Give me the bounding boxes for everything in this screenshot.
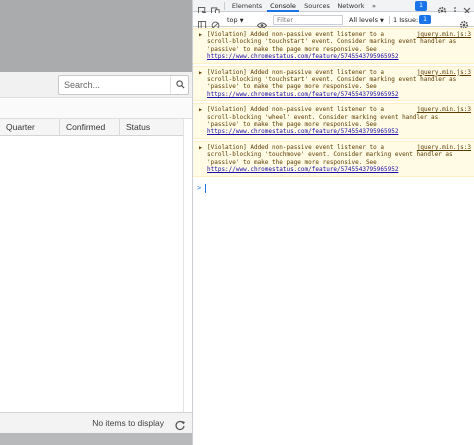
refresh-icon[interactable] bbox=[174, 418, 186, 431]
console-warning: ▶ jquery.min.js:3 [Violation] Added non-… bbox=[193, 140, 474, 177]
inspect-element-icon[interactable] bbox=[198, 1, 208, 16]
expand-arrow-icon[interactable]: ▶ bbox=[199, 70, 202, 77]
console-prompt-icon: > bbox=[197, 184, 202, 192]
issue-chip[interactable]: 1 bbox=[419, 15, 431, 24]
more-options-icon[interactable] bbox=[450, 1, 460, 15]
search-input[interactable] bbox=[59, 76, 167, 94]
context-select-value: top bbox=[227, 16, 238, 24]
column-header-status[interactable]: Status bbox=[120, 119, 183, 136]
column-header-confirmed[interactable]: Confirmed bbox=[60, 119, 120, 136]
chevron-down-icon: ▼ bbox=[239, 18, 244, 24]
pager-info: No items to display bbox=[92, 418, 164, 428]
filter-input[interactable]: Filter bbox=[273, 15, 343, 25]
issue-count-button[interactable]: 1 Issue: bbox=[393, 14, 418, 26]
issues-badge[interactable]: 1 bbox=[415, 1, 427, 11]
message-url-link[interactable]: https://www.chromestatus.com/feature/574… bbox=[207, 91, 398, 98]
tab-elements[interactable]: Elements bbox=[229, 0, 265, 12]
tab-network[interactable]: Network bbox=[335, 0, 367, 12]
grid-header: Quarter Confirmed Status bbox=[0, 119, 192, 136]
page-bottom-bar bbox=[0, 433, 192, 445]
message-url-link[interactable]: https://www.chromestatus.com/feature/574… bbox=[207, 128, 398, 135]
message-url-link[interactable]: https://www.chromestatus.com/feature/574… bbox=[207, 166, 398, 173]
gear-icon[interactable] bbox=[437, 1, 447, 16]
tab-console[interactable]: Console bbox=[267, 0, 299, 12]
console-warning: ▶ jquery.min.js:3 [Violation] Added non-… bbox=[193, 65, 474, 102]
chevron-down-icon: ▼ bbox=[380, 18, 384, 24]
context-select[interactable]: top ▼ bbox=[227, 15, 251, 25]
expand-arrow-icon[interactable]: ▶ bbox=[199, 32, 202, 39]
toolbar-divider bbox=[224, 2, 225, 10]
toolbar-divider bbox=[389, 16, 390, 24]
message-text: [Violation] Added non-passive event list… bbox=[207, 106, 439, 129]
message-source-link[interactable]: jquery.min.js:3 bbox=[417, 31, 471, 38]
console-input-caret[interactable] bbox=[205, 184, 206, 193]
web-page: Quarter Confirmed Status No items to dis… bbox=[0, 0, 192, 445]
log-levels-dropdown[interactable]: All levels ▼ bbox=[349, 15, 384, 25]
devtools-tab-bar: Elements Console Sources Network » 1 bbox=[193, 0, 474, 16]
tab-sources[interactable]: Sources bbox=[301, 0, 333, 12]
column-header-quarter[interactable]: Quarter bbox=[0, 119, 60, 136]
expand-arrow-icon[interactable]: ▶ bbox=[199, 145, 202, 152]
message-url-link[interactable]: https://www.chromestatus.com/feature/574… bbox=[207, 53, 398, 60]
message-source-link[interactable]: jquery.min.js:3 bbox=[417, 106, 471, 113]
grid-pager: No items to display bbox=[0, 412, 192, 433]
page-header-bar bbox=[0, 0, 192, 72]
console-warning: ▶ jquery.min.js:3 [Violation] Added non-… bbox=[193, 103, 474, 139]
console-warning: ▶ jquery.min.js:3 [Violation] Added non-… bbox=[193, 28, 474, 64]
close-icon[interactable] bbox=[462, 1, 472, 15]
message-source-link[interactable]: jquery.min.js:3 bbox=[417, 144, 471, 151]
console-messages: ▶ jquery.min.js:3 [Violation] Added non-… bbox=[193, 28, 474, 179]
log-levels-value: All levels bbox=[349, 16, 378, 24]
device-toolbar-icon[interactable] bbox=[211, 1, 221, 16]
grid-body bbox=[0, 137, 192, 412]
grouping-area bbox=[0, 99, 192, 119]
console-toolbar: top ▼ Filter All levels ▼ 1 Issue: 1 bbox=[193, 13, 474, 30]
message-text: [Violation] Added non-passive event list… bbox=[207, 143, 453, 166]
console-settings-icon[interactable] bbox=[459, 15, 469, 30]
message-source-link[interactable]: jquery.min.js:3 bbox=[417, 69, 471, 76]
more-tabs-button[interactable]: » bbox=[369, 0, 379, 12]
clear-console-icon[interactable] bbox=[211, 15, 221, 30]
grid-scrollbar[interactable] bbox=[183, 119, 192, 412]
devtools-panel: Elements Console Sources Network » 1 top… bbox=[192, 0, 474, 445]
search-icon bbox=[175, 76, 185, 94]
search-button[interactable] bbox=[170, 76, 189, 94]
expand-arrow-icon[interactable]: ▶ bbox=[199, 107, 202, 114]
sidebar-toggle-icon[interactable] bbox=[198, 15, 208, 30]
eye-icon[interactable] bbox=[256, 15, 268, 29]
search-box bbox=[58, 75, 189, 95]
